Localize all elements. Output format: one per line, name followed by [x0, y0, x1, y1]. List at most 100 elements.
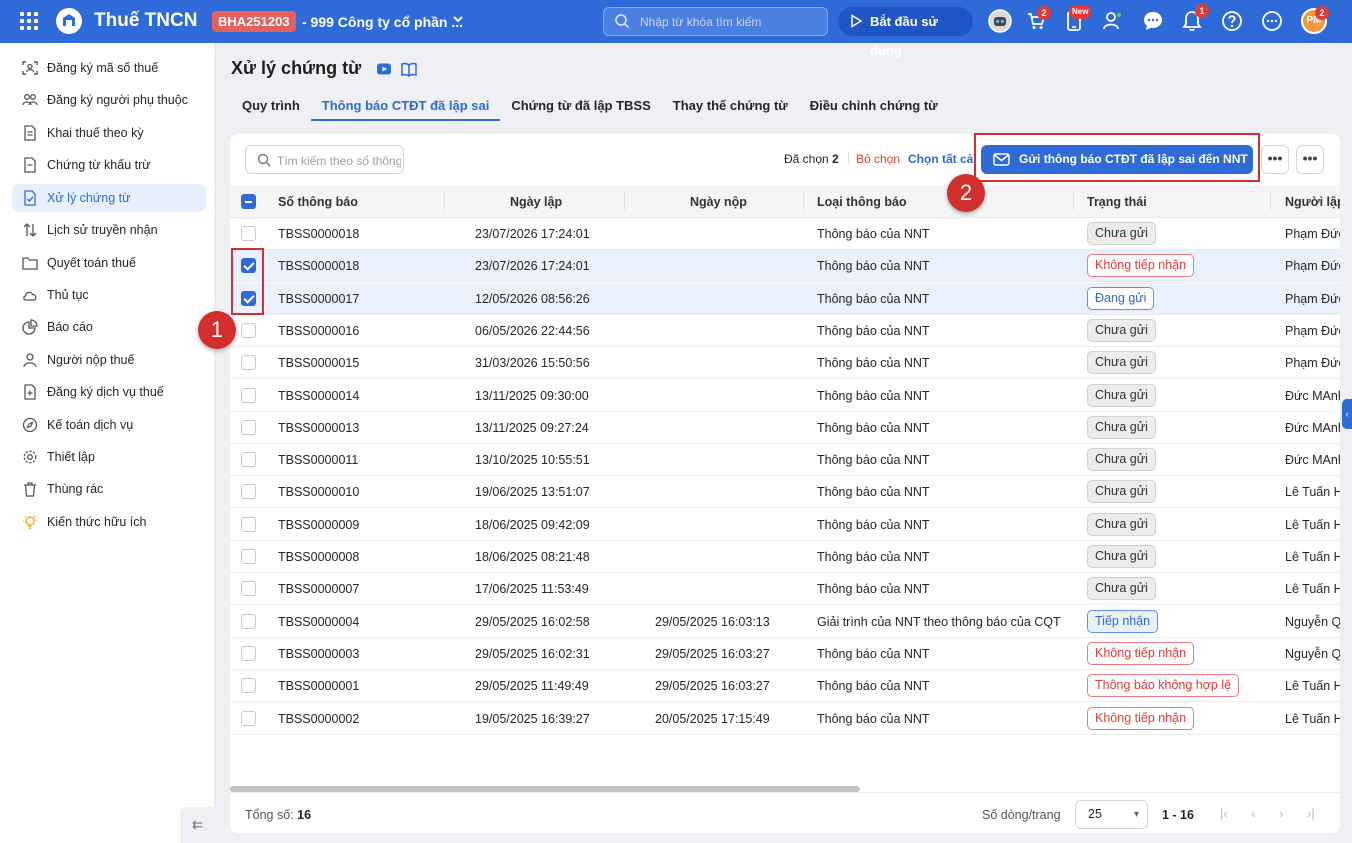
more-icon[interactable]	[1261, 10, 1283, 32]
table-row[interactable]: TBSS0000016 06/05/2026 22:44:56 Thông báo …	[230, 315, 1340, 347]
column-separator[interactable]	[444, 193, 445, 210]
cell-creator: Nguyễn Q	[1285, 614, 1340, 629]
more-actions-button[interactable]: •••	[1261, 145, 1289, 174]
tab-adjust-doc[interactable]: Điều chỉnh chứng từ	[799, 91, 949, 121]
sidebar-item-reports[interactable]: Báo cáo	[12, 313, 206, 341]
row-checkbox[interactable]	[241, 484, 256, 500]
column-header[interactable]: Ngày nộp	[690, 195, 747, 209]
column-separator[interactable]	[624, 193, 625, 210]
row-checkbox[interactable]	[241, 549, 256, 564]
sidebar-item-tax-finalization[interactable]: Quyết toán thuế	[12, 249, 206, 277]
sidebar-item-label: Chứng từ khấu trừ	[47, 158, 151, 172]
cell-submitted-date: 29/05/2025 16:03:27	[655, 646, 770, 661]
select-all-link[interactable]: Chọn tất cả	[908, 152, 974, 166]
row-checkbox[interactable]	[241, 710, 256, 726]
table-row[interactable]: TBSS0000017 12/05/2026 08:56:26 Thông báo …	[230, 282, 1340, 315]
table-row[interactable]: TBSS0000018 23/07/2026 17:24:01 Thông báo …	[230, 250, 1340, 283]
sidebar-item-tax-code[interactable]: Đăng ký mã số thuế	[12, 54, 206, 82]
table-row[interactable]: TBSS0000010 19/06/2025 13:51:07 Thông báo …	[230, 476, 1340, 509]
row-checkbox[interactable]	[241, 226, 256, 241]
prev-page-button[interactable]: ‹	[1251, 806, 1255, 821]
table-row[interactable]: TBSS0000014 13/11/2025 09:30:00 Thông báo …	[230, 380, 1340, 412]
status-badge: Chưa gửi	[1087, 512, 1156, 536]
table-row[interactable]: TBSS0000004 29/05/2025 16:02:58 29/05/2025…	[230, 606, 1340, 638]
sidebar-item-transmission-history[interactable]: Lịch sử truyền nhận	[12, 216, 206, 244]
table-row[interactable]: TBSS0000018 23/07/2026 17:24:01 Thông báo …	[230, 218, 1340, 250]
org-code-badge[interactable]: BHA251203	[212, 11, 296, 32]
table-row[interactable]: TBSS0000002 19/05/2025 16:39:27 20/05/2025…	[230, 703, 1340, 735]
start-using-button[interactable]: Bắt đầu sử dụng	[838, 7, 973, 58]
new-badge: New	[1069, 5, 1092, 19]
table-row[interactable]: TBSS0000015 31/03/2026 15:50:56 Thông báo …	[230, 347, 1340, 380]
row-checkbox[interactable]	[241, 322, 256, 338]
row-checkbox[interactable]	[241, 645, 256, 661]
robot-icon[interactable]	[988, 9, 1012, 33]
last-page-button[interactable]: ›|	[1307, 806, 1315, 821]
row-checkbox[interactable]	[241, 678, 256, 694]
column-header[interactable]: Trạng thái	[1087, 195, 1147, 209]
row-checkbox[interactable]	[241, 613, 256, 629]
status-badge: Chưa gửi	[1087, 545, 1156, 568]
selected-count: 2	[832, 152, 839, 166]
help-icon[interactable]	[1221, 10, 1243, 32]
column-header[interactable]: Loại thông báo	[817, 195, 907, 209]
tab-replace-doc[interactable]: Thay thế chứng từ	[662, 91, 799, 121]
cell-notice-number: TBSS0000018	[278, 227, 360, 241]
sidebar-item-periodic-declaration[interactable]: Khai thuế theo kỳ	[12, 119, 206, 147]
row-checkbox[interactable]	[241, 387, 256, 403]
first-page-button[interactable]: |‹	[1220, 806, 1228, 821]
grid-icon[interactable]	[20, 12, 38, 30]
page-size-select[interactable]: 25 ▾	[1075, 800, 1148, 829]
org-name[interactable]: - 999 Công ty cổ phần ...	[302, 14, 463, 30]
sidebar-item-knowledge[interactable]: Kiến thức hữu ích	[12, 508, 206, 536]
sidebar-item-trash[interactable]: Thùng rác	[12, 475, 206, 503]
cell-notice-type: Thông báo của NNT	[817, 259, 930, 274]
chat-icon[interactable]	[1142, 10, 1164, 32]
row-checkbox[interactable]	[241, 581, 256, 597]
row-checkbox[interactable]	[241, 516, 256, 532]
book-icon[interactable]	[401, 61, 417, 77]
search-input[interactable]: Tìm kiếm theo số thông báo	[245, 145, 404, 174]
column-separator[interactable]	[1270, 193, 1271, 210]
sidebar-item-document-processing[interactable]: Xử lý chứng từ	[12, 184, 206, 212]
panel-toggle-tab[interactable]: ‹	[1342, 399, 1352, 429]
row-checkbox[interactable]	[241, 452, 256, 468]
tab-wrong-doc-notice[interactable]: Thông báo CTĐT đã lập sai	[310, 91, 501, 121]
global-search-input[interactable]: Nhập từ khóa tìm kiếm	[603, 7, 828, 36]
sidebar-item-accounting-service[interactable]: Kế toán dịch vụ	[12, 411, 206, 439]
column-header[interactable]: Số thông báo	[278, 195, 358, 209]
table-row[interactable]: TBSS0000008 18/06/2025 08:21:48 Thông báo …	[230, 541, 1340, 573]
table-row[interactable]: TBSS0000009 18/06/2025 09:42:09 Thông báo …	[230, 509, 1340, 541]
row-checkbox[interactable]	[241, 419, 256, 435]
sidebar-item-dependents[interactable]: Đăng ký người phụ thuộc	[12, 86, 206, 114]
table-row[interactable]: TBSS0000003 29/05/2025 16:02:31 29/05/2025…	[230, 638, 1340, 670]
sidebar-item-label: Người nộp thuế	[47, 353, 135, 367]
sidebar-item-withholding-docs[interactable]: Chứng từ khấu trừ	[12, 151, 206, 179]
status-badge: Chưa gửi	[1087, 222, 1156, 245]
people-icon	[22, 94, 38, 106]
deselect-link[interactable]: Bỏ chọn	[856, 152, 900, 166]
select-all-checkbox[interactable]	[241, 194, 256, 209]
video-icon[interactable]	[376, 61, 392, 77]
column-separator[interactable]	[803, 193, 804, 210]
more-options-button[interactable]: •••	[1296, 145, 1324, 174]
table-row[interactable]: TBSS0000001 29/05/2025 11:49:49 29/05/2025…	[230, 670, 1340, 703]
tab-tbss-docs[interactable]: Chứng từ đã lập TBSS	[500, 91, 661, 121]
user-add-icon[interactable]	[1101, 10, 1123, 32]
table-row[interactable]: TBSS0000007 17/06/2025 11:53:49 Thông báo …	[230, 573, 1340, 606]
tab-process[interactable]: Quy trình	[231, 91, 311, 121]
table-row[interactable]: TBSS0000011 13/10/2025 10:55:51 Thông báo …	[230, 444, 1340, 477]
sidebar-item-settings[interactable]: Thiết lập	[12, 443, 206, 471]
sidebar-item-procedures[interactable]: Thủ tục	[12, 281, 206, 309]
chevron-down-icon[interactable]	[452, 13, 464, 28]
table-row[interactable]: TBSS0000013 13/11/2025 09:27:24 Thông báo …	[230, 412, 1340, 444]
column-header[interactable]: Ngày lập	[510, 195, 562, 209]
sidebar-item-taxpayers[interactable]: Người nộp thuế	[12, 346, 206, 374]
column-header[interactable]: Người lập	[1285, 195, 1340, 209]
next-page-button[interactable]: ›	[1279, 806, 1283, 821]
column-separator[interactable]	[1073, 193, 1074, 210]
sidebar-item-tax-service-registration[interactable]: Đăng ký dịch vụ thuế	[12, 378, 206, 406]
collapse-sidebar-button[interactable]: ⇇	[180, 807, 215, 843]
cell-notice-type: Thông báo của NNT	[817, 711, 930, 726]
row-checkbox[interactable]	[241, 355, 256, 371]
